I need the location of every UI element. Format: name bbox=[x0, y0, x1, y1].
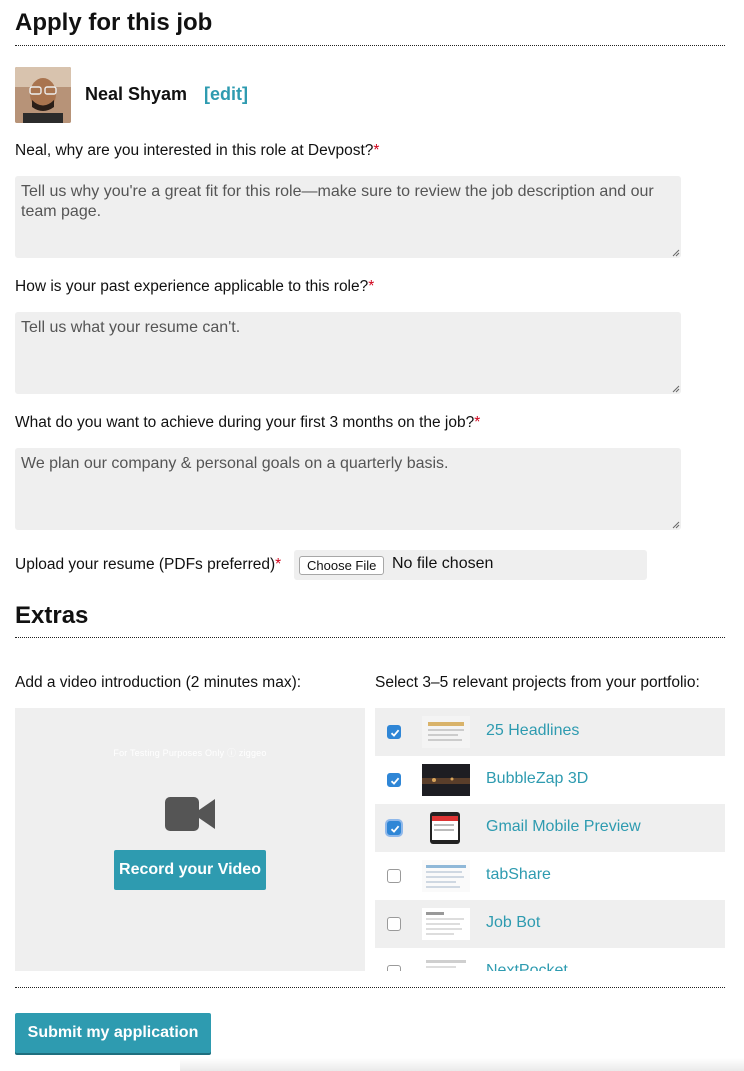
bottom-divider bbox=[15, 987, 725, 988]
thumbnail-image bbox=[422, 956, 470, 971]
project-name[interactable]: NextPocket bbox=[486, 962, 568, 971]
project-checkbox[interactable] bbox=[387, 773, 401, 787]
checkmark-icon bbox=[390, 777, 400, 785]
checkmark-icon bbox=[390, 825, 400, 833]
interest-textarea[interactable] bbox=[15, 176, 681, 258]
project-thumbnail bbox=[422, 764, 470, 796]
page-title: Apply for this job bbox=[15, 9, 213, 36]
required-mark: * bbox=[373, 142, 380, 159]
required-mark: * bbox=[474, 414, 481, 431]
file-status: No file chosen bbox=[392, 555, 494, 572]
project-thumbnail bbox=[422, 716, 470, 748]
extras-title: Extras bbox=[15, 602, 89, 629]
question-label-interest: Neal, why are you interested in this rol… bbox=[15, 142, 380, 159]
thumbnail-image bbox=[422, 908, 470, 940]
project-thumbnail bbox=[422, 860, 470, 892]
thumbnail-image bbox=[422, 716, 470, 748]
question-label-goals: What do you want to achieve during your … bbox=[15, 414, 481, 431]
resize-grip-icon[interactable] bbox=[672, 249, 680, 257]
project-thumbnail bbox=[422, 812, 470, 844]
video-label: Add a video introduction (2 minutes max)… bbox=[15, 674, 302, 691]
projects-label: Select 3–5 relevant projects from your p… bbox=[375, 674, 700, 691]
question-label-experience: How is your past experience applicable t… bbox=[15, 278, 375, 295]
project-row[interactable]: NextPocket bbox=[375, 948, 725, 971]
choose-file-button[interactable]: Choose File bbox=[299, 556, 385, 575]
project-name[interactable]: tabShare bbox=[486, 866, 551, 884]
experience-textarea[interactable] bbox=[15, 312, 681, 394]
checkmark-icon bbox=[390, 729, 400, 737]
upload-label: Upload your resume (PDFs preferred)* bbox=[15, 556, 282, 573]
project-thumbnail bbox=[422, 956, 470, 971]
goals-textarea[interactable] bbox=[15, 448, 681, 530]
project-checkbox[interactable] bbox=[387, 965, 401, 971]
project-name[interactable]: 25 Headlines bbox=[486, 722, 579, 740]
avatar-image bbox=[15, 67, 71, 123]
project-name[interactable]: Gmail Mobile Preview bbox=[486, 818, 641, 836]
project-row[interactable]: tabShare bbox=[375, 852, 725, 900]
required-mark: * bbox=[368, 278, 375, 295]
extras-divider bbox=[15, 637, 725, 638]
avatar bbox=[15, 67, 71, 123]
project-name[interactable]: Job Bot bbox=[486, 914, 540, 932]
project-row[interactable]: BubbleZap 3D bbox=[375, 756, 725, 804]
profile-name: Neal Shyam bbox=[85, 84, 188, 104]
project-checkbox[interactable] bbox=[387, 917, 401, 931]
resize-grip-icon[interactable] bbox=[672, 385, 680, 393]
resize-grip-icon[interactable] bbox=[672, 521, 680, 529]
project-thumbnail bbox=[422, 908, 470, 940]
video-watermark: For Testing Purposes Only ⓘ ziggeo bbox=[113, 748, 267, 758]
submit-application-button[interactable]: Submit my application bbox=[15, 1013, 211, 1053]
project-checkbox[interactable] bbox=[387, 821, 401, 835]
record-video-button[interactable]: Record your Video bbox=[114, 850, 266, 890]
resume-upload[interactable]: Choose File No file chosen bbox=[294, 550, 647, 580]
thumbnail-image bbox=[422, 812, 470, 844]
edit-profile-link[interactable]: [edit] bbox=[204, 84, 248, 105]
video-camera-icon bbox=[165, 797, 215, 831]
title-divider bbox=[15, 45, 725, 46]
project-row[interactable]: Job Bot bbox=[375, 900, 725, 948]
required-mark: * bbox=[275, 556, 282, 573]
project-checkbox[interactable] bbox=[387, 869, 401, 883]
thumbnail-image bbox=[422, 860, 470, 892]
project-row[interactable]: 25 Headlines bbox=[375, 708, 725, 756]
project-row[interactable]: Gmail Mobile Preview bbox=[375, 804, 725, 852]
video-recorder: For Testing Purposes Only ⓘ ziggeo Recor… bbox=[15, 708, 365, 971]
thumbnail-image bbox=[422, 764, 470, 796]
project-name[interactable]: BubbleZap 3D bbox=[486, 770, 588, 788]
page-footer-shadow bbox=[180, 1058, 744, 1071]
project-checkbox[interactable] bbox=[387, 725, 401, 739]
project-list: 25 Headlines BubbleZap 3D Gmail Mobile P… bbox=[375, 708, 725, 971]
